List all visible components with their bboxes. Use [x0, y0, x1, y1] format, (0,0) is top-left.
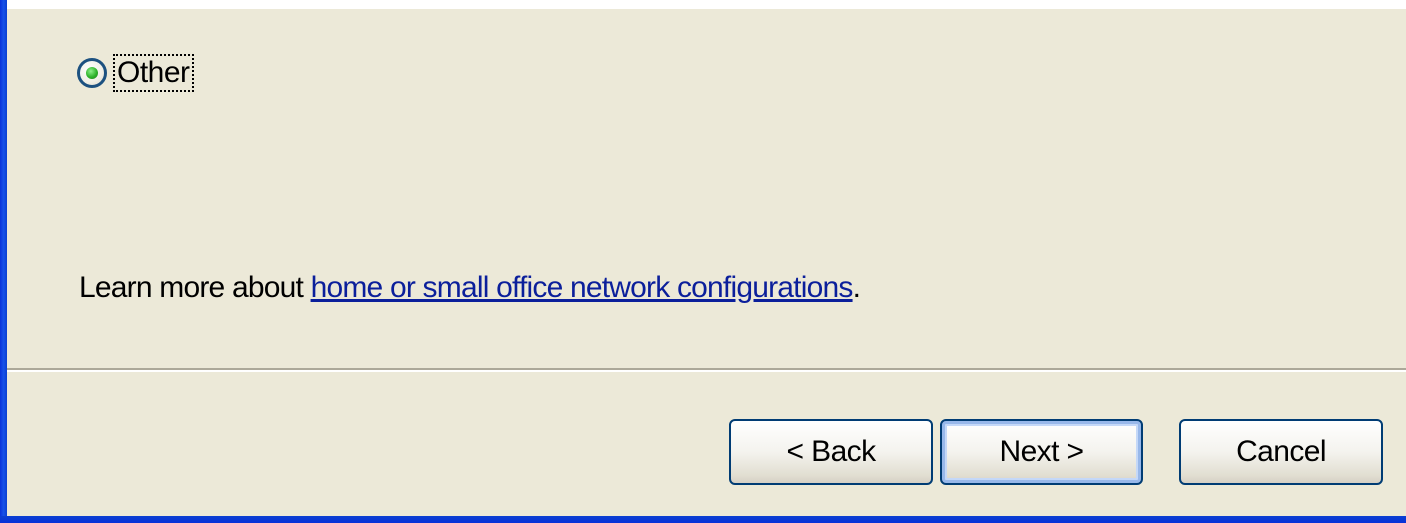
window-frame-bottom	[0, 516, 1406, 523]
learn-more-suffix: .	[852, 271, 861, 304]
network-configurations-link[interactable]: home or small office network configurati…	[311, 271, 854, 304]
button-area-separator	[7, 368, 1406, 372]
radio-label-other[interactable]: Other	[113, 54, 194, 92]
learn-more-prefix: Learn more about	[79, 271, 311, 304]
next-button[interactable]: Next >	[940, 419, 1143, 485]
window-top-strip	[7, 0, 1406, 9]
back-button[interactable]: < Back	[729, 419, 933, 485]
radio-option-other[interactable]: Other	[77, 53, 194, 93]
window-frame-left	[0, 0, 7, 523]
cancel-button[interactable]: Cancel	[1179, 419, 1383, 485]
wizard-window: Other Learn more about home or small off…	[0, 0, 1406, 523]
radio-button-icon[interactable]	[77, 58, 107, 88]
learn-more-text: Learn more about home or small office ne…	[79, 271, 861, 305]
radio-selected-dot-icon	[86, 67, 98, 79]
